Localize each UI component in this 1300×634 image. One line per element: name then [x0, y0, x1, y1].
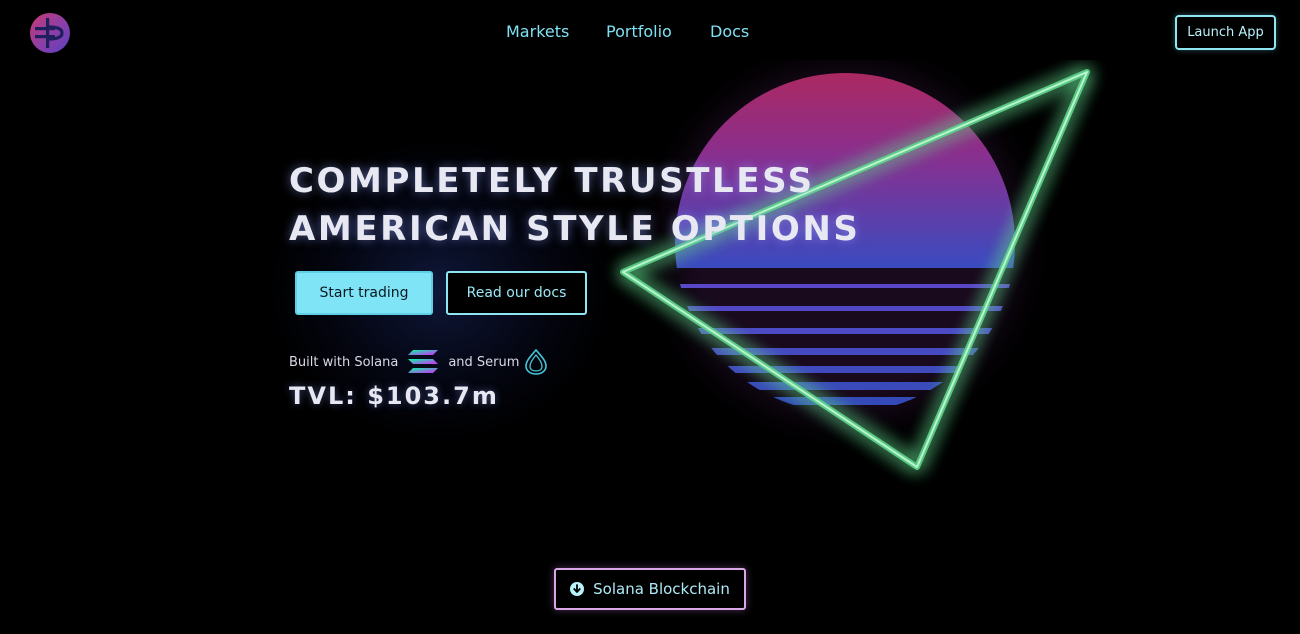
solana-blockchain-label: Solana Blockchain: [593, 580, 730, 598]
tvl-readout: TVL: $103.7m: [289, 382, 499, 410]
built-with-row: Built with Solana and Serum: [289, 348, 548, 376]
landing-page: Markets Portfolio Docs Launch App COMPLE…: [0, 0, 1300, 634]
solana-icon: [408, 350, 439, 373]
main-nav: Markets Portfolio Docs: [0, 22, 1300, 46]
nav-portfolio-link[interactable]: Portfolio: [606, 22, 672, 41]
tvl-label: TVL:: [289, 382, 357, 410]
start-trading-button[interactable]: Start trading: [295, 271, 433, 315]
arrow-down-circle-icon: [570, 582, 585, 596]
nav-markets-link[interactable]: Markets: [506, 22, 569, 41]
hero-title-line1: COMPLETELY TRUSTLESS: [289, 161, 815, 201]
nav-docs-link[interactable]: Docs: [710, 22, 749, 41]
hero-title-line2: AMERICAN STYLE OPTIONS: [289, 209, 861, 249]
built-with-text: Built with Solana: [289, 354, 399, 370]
serum-icon: [525, 349, 548, 375]
solana-blockchain-button[interactable]: Solana Blockchain: [554, 568, 746, 610]
read-docs-button[interactable]: Read our docs: [446, 271, 587, 315]
hero-artwork: [620, 68, 1090, 470]
tvl-value: $103.7m: [367, 382, 499, 410]
launch-app-button[interactable]: Launch App: [1175, 15, 1276, 50]
hero-title: COMPLETELY TRUSTLESS AMERICAN STYLE OPTI…: [289, 157, 861, 253]
and-serum-text: and Serum: [448, 354, 520, 370]
